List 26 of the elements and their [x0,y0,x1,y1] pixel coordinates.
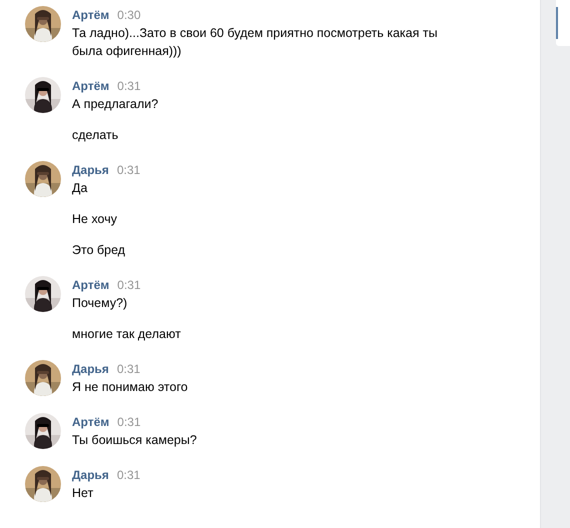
message-time: 0:31 [116,163,140,177]
author-name[interactable]: Артём [72,79,110,93]
author-name[interactable]: Дарья [72,468,109,482]
message-text: сделать [72,127,120,144]
author-name[interactable]: Дарья [72,163,109,177]
message-time: 0:30 [117,8,141,22]
message-text: Почему?) [72,295,128,312]
author-name[interactable]: Дарья [72,362,109,376]
message-text: многие так делают [72,326,182,343]
message-text: А предлагали? [72,96,160,113]
author-name[interactable]: Артём [72,278,110,292]
message-text: Да [72,180,88,197]
selection-marker [556,7,558,39]
message-text: Я не понимаю этого [72,379,189,396]
message-text: Та ладно)...Зато в свои 60 будем приятно посмотреть какая ты была офигенная))) [72,25,438,60]
message-text: Нет [72,485,94,502]
author-name[interactable]: Артём [72,415,110,429]
message-text: Ты боишься камеры? [72,432,198,449]
message-time: 0:31 [117,79,141,93]
message-text: Не хочу [72,211,118,228]
message-text: Это бред [72,242,126,259]
message-time: 0:31 [116,468,140,482]
author-name[interactable]: Артём [72,8,110,22]
message-time: 0:31 [116,362,140,376]
message-time: 0:31 [117,278,141,292]
message-time: 0:31 [117,415,141,429]
